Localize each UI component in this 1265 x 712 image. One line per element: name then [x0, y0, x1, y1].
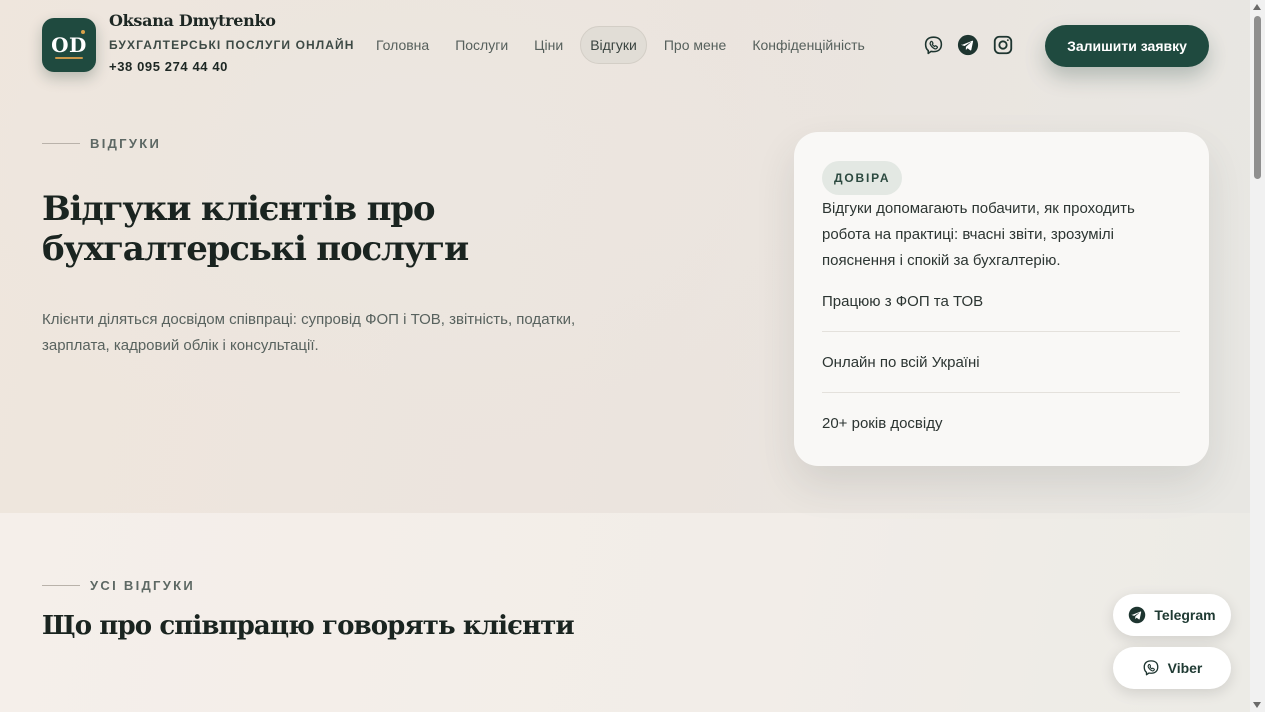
nav-item-about[interactable]: Про мене	[655, 26, 735, 64]
phone-link[interactable]: +38 095 274 44 40	[109, 59, 228, 74]
instagram-icon[interactable]	[992, 34, 1014, 56]
telegram-float-label: Telegram	[1154, 607, 1216, 623]
brand-subtitle: БУХГАЛТЕРСЬКІ ПОСЛУГИ ОНЛАЙН	[109, 38, 355, 52]
viber-icon	[1142, 659, 1160, 677]
trust-badge: ДОВІРА	[822, 161, 903, 195]
telegram-float-button[interactable]: Telegram	[1113, 594, 1231, 636]
logo-text: OD	[51, 33, 87, 57]
feature-divider	[822, 392, 1180, 393]
hero-title-line2: бухгалтерські послуги	[42, 229, 469, 269]
feature-item: Онлайн по всій Україні	[822, 354, 980, 371]
submit-request-button[interactable]: Залишити заявку	[1045, 25, 1209, 67]
hero-eyebrow-text: ВІДГУКИ	[90, 136, 162, 151]
viber-icon[interactable]	[922, 34, 944, 56]
nav-item-services[interactable]: Послуги	[446, 26, 517, 64]
main-nav: Головна Послуги Ціни Відгуки Про мене Ко…	[367, 26, 882, 64]
telegram-icon	[1128, 606, 1146, 624]
scroll-down-arrow-icon[interactable]	[1253, 702, 1261, 708]
viber-float-button[interactable]: Viber	[1113, 647, 1231, 689]
hero-title: Відгуки клієнтів про бухгалтерські послу…	[42, 189, 562, 269]
feature-divider	[822, 331, 1180, 332]
brand-name: Oksana Dmytrenko	[109, 11, 276, 30]
hero-description: Клієнти діляться досвідом співпраці: суп…	[42, 311, 576, 354]
nav-item-reviews[interactable]: Відгуки	[580, 26, 647, 64]
reviews-eyebrow: УСІ ВІДГУКИ	[42, 578, 195, 593]
nav-item-privacy[interactable]: Конфіденційність	[743, 26, 874, 64]
logo[interactable]: OD	[42, 18, 96, 72]
hero-title-line1: Відгуки клієнтів про	[42, 189, 436, 229]
page-scrollbar[interactable]	[1250, 0, 1265, 712]
scrollbar-thumb[interactable]	[1254, 16, 1261, 179]
scroll-up-arrow-icon[interactable]	[1253, 4, 1261, 10]
viber-float-label: Viber	[1167, 660, 1203, 676]
feature-item: 20+ років досвіду	[822, 415, 943, 432]
nav-item-home[interactable]: Головна	[367, 26, 438, 64]
eyebrow-line	[42, 585, 80, 586]
logo-dot	[81, 30, 85, 34]
reviews-section-title: Що про співпрацю говорять клієнти	[42, 611, 575, 641]
hero-eyebrow: ВІДГУКИ	[42, 136, 161, 151]
telegram-icon[interactable]	[957, 34, 979, 56]
logo-underline	[55, 57, 83, 59]
trust-card-text: Відгуки допомагають побачити, як проходи…	[822, 200, 1135, 269]
feature-item: Працюю з ФОП та ТОВ	[822, 293, 984, 310]
eyebrow-line	[42, 143, 80, 144]
reviews-eyebrow-text: УСІ ВІДГУКИ	[90, 578, 195, 593]
nav-item-prices[interactable]: Ціни	[525, 26, 572, 64]
trust-card: ДОВІРА Відгуки допомагають побачити, як …	[794, 132, 1209, 466]
